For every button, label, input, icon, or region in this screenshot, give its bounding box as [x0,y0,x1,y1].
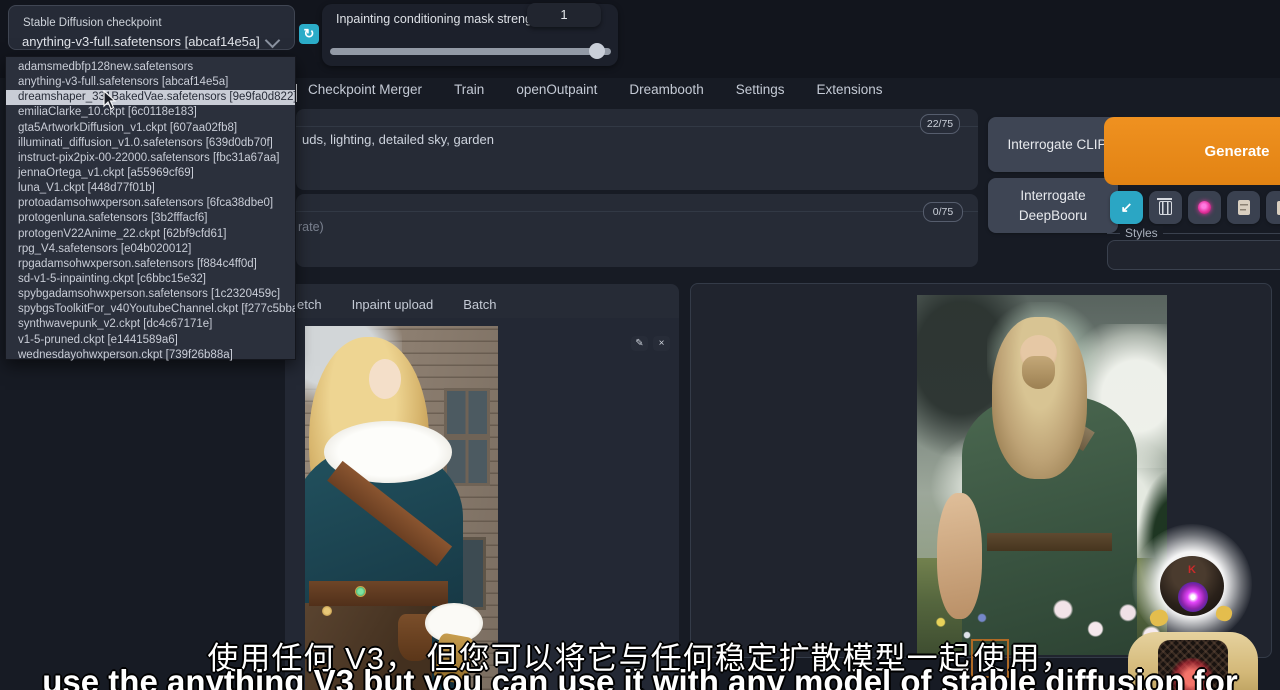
belt [309,581,448,606]
negative-token-counter: 0/75 [923,202,963,222]
avatar-letter: K [1160,564,1224,576]
checkpoint-option[interactable]: luna_V1.ckpt [448d77f01b] [6,181,295,196]
prompt-token-counter: 22/75 [920,114,960,134]
checkpoint-selector-label: Stable Diffusion checkpoint [23,17,162,29]
mask-strength-value[interactable]: 1 [527,3,601,27]
checkpoint-option[interactable]: spybgsToolkitFor_v40YoutubeChannel.ckpt … [6,302,295,317]
checkpoint-option[interactable]: jennaOrtega_v1.ckpt [a55969cf69] [6,166,295,181]
tab-settings[interactable]: Settings [736,82,785,97]
styles-label: Styles [1120,226,1163,240]
checkpoint-selector-value[interactable]: anything-v3-full.safetensors [abcaf14e5a… [22,34,260,49]
read-generation-params-button[interactable]: ↙ [1110,191,1143,224]
arrow-down-left-icon: ↙ [1121,199,1133,216]
prompt-divider [296,126,978,127]
prompt-text[interactable]: uds, lighting, detailed sky, garden [302,132,494,147]
refresh-icon: ↻ [304,26,315,41]
clipboard-icon [1238,200,1250,215]
img2img-tab-bar: etch Inpaint upload Batch [297,297,497,312]
extra-networks-icon [1198,201,1211,214]
img2img-tab-batch[interactable]: Batch [463,297,496,312]
prompt-box[interactable]: 22/75 uds, lighting, detailed sky, garde… [296,109,978,190]
checkpoint-option[interactable]: instruct-pix2pix-00-22000.safetensors [f… [6,151,295,166]
interrogate-deepbooru-button[interactable]: Interrogate DeepBooru [988,178,1118,233]
checkpoint-option[interactable]: anything-v3-full.safetensors [abcaf14e5a… [6,75,295,90]
trash-icon [1159,201,1172,215]
checkpoint-option[interactable]: v1-5-pruned.ckpt [e1441589a6] [6,333,295,348]
save-icon [1277,201,1280,215]
negative-prompt-box[interactable]: 0/75 rate) [296,194,978,267]
mask-strength-label: Inpainting conditioning mask strength [336,12,551,27]
generate-button[interactable]: Generate [1104,117,1280,185]
woman-face [369,359,402,399]
checkpoint-option[interactable]: wednesdayohwxperson.ckpt [739f26b88a] [6,348,295,363]
extra-networks-button[interactable] [1188,191,1221,224]
refresh-checkpoints-button[interactable]: ↻ [299,24,319,44]
checkpoint-option[interactable]: sd-v1-5-inpainting.ckpt [c6bbc15e32] [6,272,295,287]
mask-strength-slider-handle[interactable] [589,43,605,59]
remove-image-button[interactable]: × [653,336,670,351]
checkpoint-dropdown-list[interactable]: adamsmedbfp128new.safetensorsanything-v3… [5,56,296,360]
apply-styles-button[interactable] [1227,191,1260,224]
window [444,388,490,486]
img2img-tab-etch[interactable]: etch [297,297,322,312]
avatar-eye: o [1178,582,1208,612]
checkpoint-option[interactable]: adamsmedbfp128new.safetensors [6,60,295,75]
subtitle-english: use the anything V3 but you can use it w… [0,663,1280,690]
edit-image-button[interactable]: ✎ [631,336,648,351]
checkpoint-selector[interactable]: Stable Diffusion checkpoint anything-v3-… [8,5,295,50]
belt [987,533,1112,551]
tab-checkpoint-merger[interactable]: Checkpoint Merger [308,82,422,97]
checkpoint-option[interactable]: protoadamsohwxperson.safetensors [6fca38… [6,196,295,211]
tab-openoutpaint[interactable]: openOutpaint [516,82,597,97]
avatar-eye-letter: o [1191,593,1196,602]
checkpoint-option[interactable]: synthwavepunk_v2.ckpt [dc4c67171e] [6,317,295,332]
styles-dropdown[interactable] [1107,240,1280,270]
mouse-cursor [103,90,117,110]
checkpoint-option[interactable]: rpg_V4.safetensors [e04b020012] [6,242,295,257]
checkpoint-option[interactable]: dreamshaper_331BakedVae.safetensors [9e9… [6,90,295,105]
negative-prompt-divider [296,211,978,212]
checkpoint-option[interactable]: protogenluna.safetensors [3b2fffacf6] [6,211,295,226]
mask-strength-slider[interactable] [330,48,611,55]
top-tab-bar: Checkpoint Merger Train openOutpaint Dreamb… [308,82,883,97]
man-beard [1022,356,1055,388]
checkpoint-option[interactable]: protogenV22Anime_22.ckpt [62bf9cfd61] [6,227,295,242]
pencil-icon: ✎ [635,338,643,349]
checkpoint-option[interactable]: rpgadamsohwxperson.safetensors [f884c4ff… [6,257,295,272]
save-style-button[interactable] [1266,191,1280,224]
tab-extensions[interactable]: Extensions [816,82,882,97]
checkpoint-option[interactable]: illuminati_diffusion_v1.0.safetensors [6… [6,136,295,151]
img2img-tab-inpaint-upload[interactable]: Inpaint upload [352,297,434,312]
checkpoint-option[interactable]: gta5ArtworkDiffusion_v1.ckpt [607aa02fb8… [6,121,295,136]
checkpoint-option[interactable]: emiliaClarke_10.ckpt [6c0118e183] [6,105,295,120]
close-icon: × [659,338,665,349]
negative-prompt-text[interactable]: rate) [298,220,324,234]
clear-prompt-button[interactable] [1149,191,1182,224]
tab-dreambooth[interactable]: Dreambooth [629,82,703,97]
chevron-down-icon[interactable] [265,33,281,49]
tab-train[interactable]: Train [454,82,484,97]
checkpoint-option[interactable]: spybgadamsohwxperson.safetensors [1c2320… [6,287,295,302]
man-arm [937,493,982,619]
